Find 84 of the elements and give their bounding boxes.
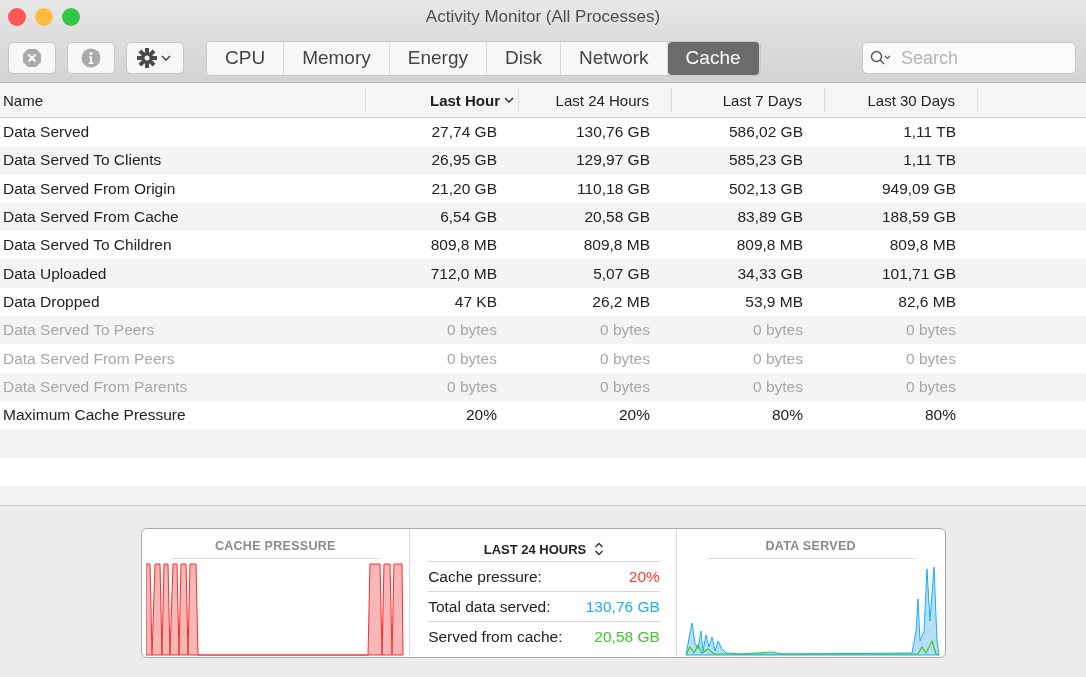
table-cell-text: 0 bytes xyxy=(752,349,804,368)
info-icon xyxy=(81,48,101,68)
table-cell-text: 0 bytes xyxy=(599,377,651,396)
table-cell-text: 0 bytes xyxy=(599,349,651,368)
table-cell-text: 1,11 TB xyxy=(902,151,957,170)
table-cell-text: 0 bytes xyxy=(446,377,498,396)
up-down-caret-icon xyxy=(594,542,605,556)
tab[interactable]: Cache xyxy=(667,41,760,75)
table-cell-text: Data Served To Clients xyxy=(2,151,163,170)
table-cell-text: 26,95 GB xyxy=(430,151,498,170)
table-cell-text: 809,8 MB xyxy=(429,236,498,255)
stat-label: Cache pressure: xyxy=(428,567,542,586)
table-cell-text: 110,18 GB xyxy=(576,179,651,198)
table-cell-text: 47 KB xyxy=(453,292,498,311)
chart-title: DATA SERVED xyxy=(706,539,915,559)
table-cell-text: 27,74 GB xyxy=(430,123,498,142)
column-header[interactable]: Name xyxy=(0,88,366,112)
table-cell-text: 82,6 MB xyxy=(897,292,957,311)
table-cell-text: 0 bytes xyxy=(446,349,498,368)
zoom-button[interactable] xyxy=(62,8,80,26)
table-cell-text: Data Dropped xyxy=(2,292,101,311)
table-cell-text: 34,33 GB xyxy=(736,264,804,283)
table-cell-text: 0 bytes xyxy=(446,321,498,340)
table-cell-text: 188,59 GB xyxy=(880,208,957,227)
table-cell-text: 0 bytes xyxy=(905,377,957,396)
stat-label: Total data served: xyxy=(428,597,551,616)
tab[interactable]: CPU xyxy=(207,41,285,75)
table-cell-text: 26,2 MB xyxy=(591,292,651,311)
table-cell-text: 0 bytes xyxy=(752,321,804,340)
sort-caret-icon xyxy=(504,96,514,104)
stat-label: Served from cache: xyxy=(428,627,563,646)
column-header[interactable]: Last 24 Hours xyxy=(519,88,672,112)
table-cell-text: 53,9 MB xyxy=(744,292,804,311)
table-cell-text: 21,20 GB xyxy=(430,179,498,198)
table-cell-text: 809,8 MB xyxy=(735,236,804,255)
table-cell-text: 83,89 GB xyxy=(736,208,804,227)
minimize-button[interactable] xyxy=(35,8,53,26)
table-cell-text: Data Served From Peers xyxy=(2,349,176,368)
table-cell-text: 502,13 GB xyxy=(727,179,804,198)
table-cell-text: 585,23 GB xyxy=(727,151,804,170)
table-cell-text: Data Served To Children xyxy=(2,236,173,255)
period-selector[interactable]: LAST 24 HOURS xyxy=(483,541,587,557)
table-cell-text: Data Served From Cache xyxy=(2,208,180,227)
search-field[interactable]: Search xyxy=(862,42,1076,74)
table-cell-text: 0 bytes xyxy=(905,349,957,368)
table-cell-text: 712,0 MB xyxy=(429,264,498,283)
table-cell-text: 80% xyxy=(770,406,804,425)
table-cell-text: 586,02 GB xyxy=(727,123,804,142)
table-cell-text: Data Served To Peers xyxy=(2,321,156,340)
gear-caret-icon xyxy=(137,48,173,68)
close-button[interactable] xyxy=(8,8,26,26)
table-cell-text: 5,07 GB xyxy=(592,264,651,283)
table-cell-text: 809,8 MB xyxy=(888,236,957,255)
info-button[interactable] xyxy=(67,42,115,74)
stop-icon xyxy=(22,48,42,68)
table-cell-text: 949,09 GB xyxy=(880,179,957,198)
table-cell-text: 20% xyxy=(617,406,651,425)
table-cell-text: Maximum Cache Pressure xyxy=(2,406,187,425)
table-cell-text: 6,54 GB xyxy=(439,208,498,227)
table-cell-text: 0 bytes xyxy=(752,377,804,396)
stop-process-button[interactable] xyxy=(8,42,56,74)
table-cell-text: Data Served From Parents xyxy=(2,377,189,396)
column-header[interactable]: Last 30 Days xyxy=(825,88,978,112)
table-cell-text: 0 bytes xyxy=(905,321,957,340)
table-cell-text: 129,97 GB xyxy=(574,151,651,170)
table-cell-text: 20,58 GB xyxy=(583,208,651,227)
stat-value: 20% xyxy=(628,567,660,586)
column-header[interactable]: Last 7 Days xyxy=(672,88,825,112)
table-cell-text: 80% xyxy=(923,406,957,425)
stat-value: 130,76 GB xyxy=(585,597,660,616)
table-cell-text: Data Uploaded xyxy=(2,264,108,283)
column-header[interactable]: Last Hour xyxy=(366,88,519,112)
table-cell-text: Data Served xyxy=(2,123,91,142)
table-cell-text: 20% xyxy=(464,406,498,425)
chart-title: CACHE PRESSURE xyxy=(171,539,380,559)
table-cell-text: 0 bytes xyxy=(599,321,651,340)
table-cell-text: 130,76 GB xyxy=(574,123,651,142)
stat-value: 20,58 GB xyxy=(594,627,660,646)
table-cell-text: 1,11 TB xyxy=(902,123,957,142)
table-cell-text: 809,8 MB xyxy=(582,236,651,255)
action-menu-button[interactable] xyxy=(126,42,184,74)
table-cell-text: 101,71 GB xyxy=(880,264,957,283)
window-title: Activity Monitor (All Processes) xyxy=(425,7,661,27)
table-cell-text: Data Served From Origin xyxy=(2,179,177,198)
